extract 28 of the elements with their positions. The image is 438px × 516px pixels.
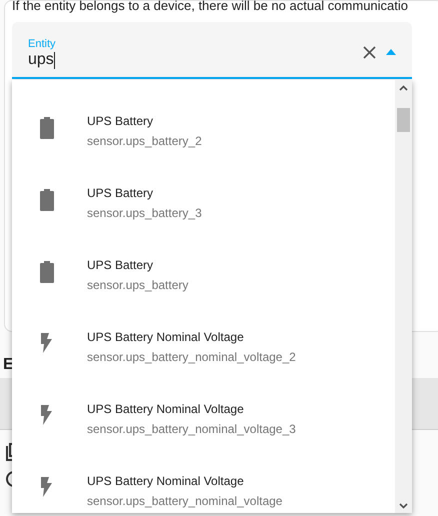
lightning-icon [40,333,52,353]
lightning-icon [40,477,52,497]
option-title[interactable]: UPS Battery [87,184,154,202]
option-entity-id: sensor.ups_battery_2 [87,133,202,150]
option-entity-id: sensor.ups_battery_nominal_voltage [87,493,282,510]
scroll-up-icon[interactable] [399,85,408,91]
option-title[interactable]: UPS Battery [87,112,154,130]
field-label: Entity [28,37,56,52]
entity-field[interactable]: Entity ups [12,22,412,79]
option-title[interactable]: UPS Battery Nominal Voltage [87,400,244,418]
field-value: ups [28,50,54,70]
option-title[interactable]: UPS Battery [87,256,154,274]
option-title[interactable]: UPS Battery Nominal Voltage [87,328,244,346]
description-text: If the entity belongs to a device, there will be no actual communicatio [12,0,408,15]
scrollbar-thumb[interactable] [397,108,410,132]
scrollbar[interactable] [395,80,412,513]
option-entity-id: sensor.ups_battery_nominal_voltage_3 [87,421,296,438]
option-entity-id: sensor.ups_battery_nominal_voltage_2 [87,349,296,366]
clear-icon[interactable] [363,46,376,59]
option-entity-id: sensor.ups_battery [87,277,188,294]
scroll-down-icon[interactable] [399,503,408,509]
battery-icon [40,189,54,211]
battery-icon [40,261,54,283]
section-heading: E [3,355,14,375]
lightning-icon [40,405,52,425]
option-entity-id: sensor.ups_battery_3 [87,205,202,222]
battery-icon [40,117,54,139]
option-title[interactable]: UPS Battery Nominal Voltage [87,472,244,490]
